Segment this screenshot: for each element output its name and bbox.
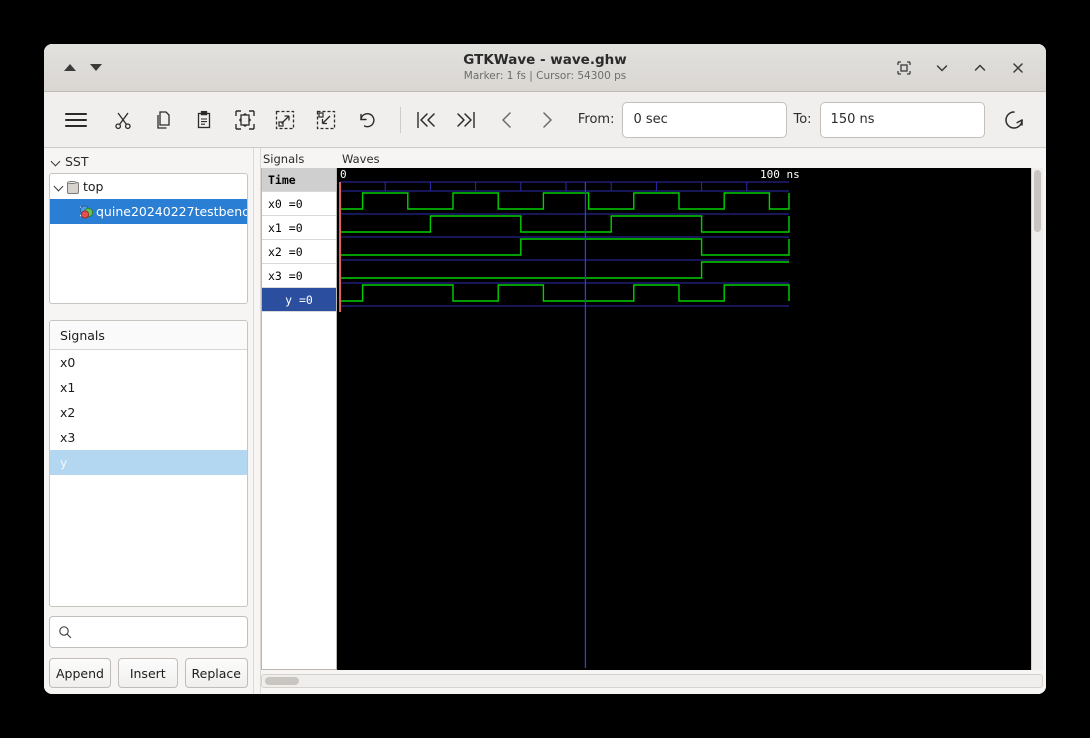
- titlebar: GTKWave - wave.ghw Marker: 1 fs | Cursor…: [44, 44, 1046, 92]
- wave-row-label-x0[interactable]: x0 =0: [262, 192, 336, 216]
- list-item[interactable]: x2: [50, 400, 247, 425]
- wave-names-panel-label: Signals: [263, 152, 305, 166]
- waves-panel-label: Waves: [342, 152, 380, 166]
- minimize-icon[interactable]: [934, 60, 950, 76]
- goto-end-icon[interactable]: [450, 102, 482, 138]
- list-item[interactable]: x1: [50, 375, 247, 400]
- search-input[interactable]: [78, 623, 239, 641]
- chevron-down-icon: [51, 157, 61, 167]
- goto-start-icon[interactable]: [410, 102, 442, 138]
- search-box[interactable]: [49, 616, 248, 648]
- signals-list-items[interactable]: x0 x1 x2 x3 y: [50, 350, 247, 606]
- paste-icon[interactable]: [189, 102, 221, 138]
- wave-vertical-scrollbar[interactable]: [1031, 168, 1043, 670]
- gtkwave-window: GTKWave - wave.ghw Marker: 1 fs | Cursor…: [44, 44, 1046, 694]
- reload-icon[interactable]: [999, 102, 1031, 138]
- wave-names-list[interactable]: Time x0 =0 x1 =0 x2 =0 x3 =0 y =0: [261, 168, 337, 670]
- insert-button[interactable]: Insert: [117, 658, 178, 688]
- signal-name: x0: [60, 355, 76, 370]
- window-controls: [896, 60, 1036, 76]
- previous-edge-icon[interactable]: [491, 102, 523, 138]
- scroll-up-button[interactable]: [64, 64, 76, 71]
- wave-time-row-label: Time: [262, 168, 336, 192]
- window-title: GTKWave - wave.ghw: [463, 52, 627, 68]
- wave-row-label-x3[interactable]: x3 =0: [262, 264, 336, 288]
- tree-item-label: top: [83, 179, 104, 194]
- to-label: To:: [793, 112, 812, 127]
- list-item[interactable]: y: [50, 450, 247, 475]
- toolbar-separator-1: [400, 106, 401, 133]
- wave-row-label-x1[interactable]: x1 =0: [262, 216, 336, 240]
- scroll-down-button[interactable]: [90, 64, 102, 71]
- tree-item-label: quine20240227testbench: [96, 204, 247, 219]
- wave-names-column: Signals Time x0 =0 x1 =0 x2 =0 x3 =0 y =…: [261, 150, 337, 670]
- wave-horizontal-scrollbar[interactable]: [261, 674, 1043, 688]
- window-subtitle-marker-cursor: Marker: 1 fs | Cursor: 54300 ps: [463, 70, 627, 82]
- left-pane: SST top quine20240227testbench Signals x…: [44, 148, 253, 694]
- zoom-fit-icon[interactable]: [229, 102, 261, 138]
- signal-name: x3: [60, 430, 76, 445]
- append-button[interactable]: Append: [49, 658, 111, 688]
- zoom-in-icon[interactable]: [270, 102, 302, 138]
- wave-row-label-x2[interactable]: x2 =0: [262, 240, 336, 264]
- copy-icon[interactable]: [148, 102, 180, 138]
- titlebar-left-controls: [54, 64, 102, 71]
- cut-icon[interactable]: [108, 102, 140, 138]
- module-icon: [79, 204, 94, 219]
- from-input[interactable]: [622, 101, 788, 138]
- to-input[interactable]: [819, 101, 985, 138]
- signals-list-panel: Signals x0 x1 x2 x3 y: [49, 320, 248, 607]
- screen-root: GTKWave - wave.ghw Marker: 1 fs | Cursor…: [0, 0, 1090, 738]
- sst-label: SST: [65, 154, 89, 169]
- window-body: SST top quine20240227testbench Signals x…: [44, 148, 1046, 694]
- list-item[interactable]: x0: [50, 350, 247, 375]
- list-item[interactable]: x3: [50, 425, 247, 450]
- hamburger-menu-icon[interactable]: [60, 102, 92, 138]
- signal-name: x2: [60, 405, 76, 420]
- undo-icon[interactable]: [351, 102, 383, 138]
- wave-row-label-y[interactable]: y =0: [262, 288, 336, 312]
- signal-name: x1: [60, 380, 76, 395]
- wave-area: Signals Time x0 =0 x1 =0 x2 =0 x3 =0 y =…: [261, 148, 1046, 694]
- zoom-out-icon[interactable]: [310, 102, 342, 138]
- wave-canvas[interactable]: 0 100 ns: [337, 168, 1031, 670]
- from-label: From:: [577, 112, 615, 127]
- chevron-down-icon[interactable]: [54, 182, 64, 192]
- wave-canvas-wrap: 0 100 ns: [337, 168, 1043, 670]
- close-icon[interactable]: [1010, 60, 1026, 76]
- wave-canvas-column: Waves 0 100 ns: [337, 150, 1043, 670]
- pane-divider[interactable]: [253, 148, 261, 694]
- action-button-row: Append Insert Replace: [49, 658, 248, 688]
- svg-text:0: 0: [340, 168, 347, 181]
- tree-item-top[interactable]: top: [50, 174, 247, 199]
- tree-item-quine-testbench[interactable]: quine20240227testbench: [50, 199, 247, 224]
- sst-section-header[interactable]: SST: [49, 152, 248, 171]
- search-icon: [58, 625, 72, 639]
- wave-names-empty-space: [262, 312, 336, 669]
- signal-name: y: [60, 455, 68, 470]
- restore-icon[interactable]: [896, 60, 912, 76]
- sst-tree[interactable]: top quine20240227testbench: [49, 173, 248, 304]
- waveform-svg[interactable]: 0 100 ns: [337, 168, 1027, 668]
- scrollbar-thumb[interactable]: [265, 677, 299, 685]
- cylinder-icon: [66, 180, 79, 194]
- signals-list-header: Signals: [50, 321, 247, 350]
- svg-text:100 ns: 100 ns: [760, 168, 800, 181]
- next-edge-icon[interactable]: [531, 102, 563, 138]
- wave-top: Signals Time x0 =0 x1 =0 x2 =0 x3 =0 y =…: [261, 150, 1043, 670]
- scrollbar-thumb[interactable]: [1034, 170, 1041, 232]
- replace-button[interactable]: Replace: [184, 658, 248, 688]
- main-toolbar: From: To:: [44, 92, 1046, 148]
- maximize-icon[interactable]: [972, 60, 988, 76]
